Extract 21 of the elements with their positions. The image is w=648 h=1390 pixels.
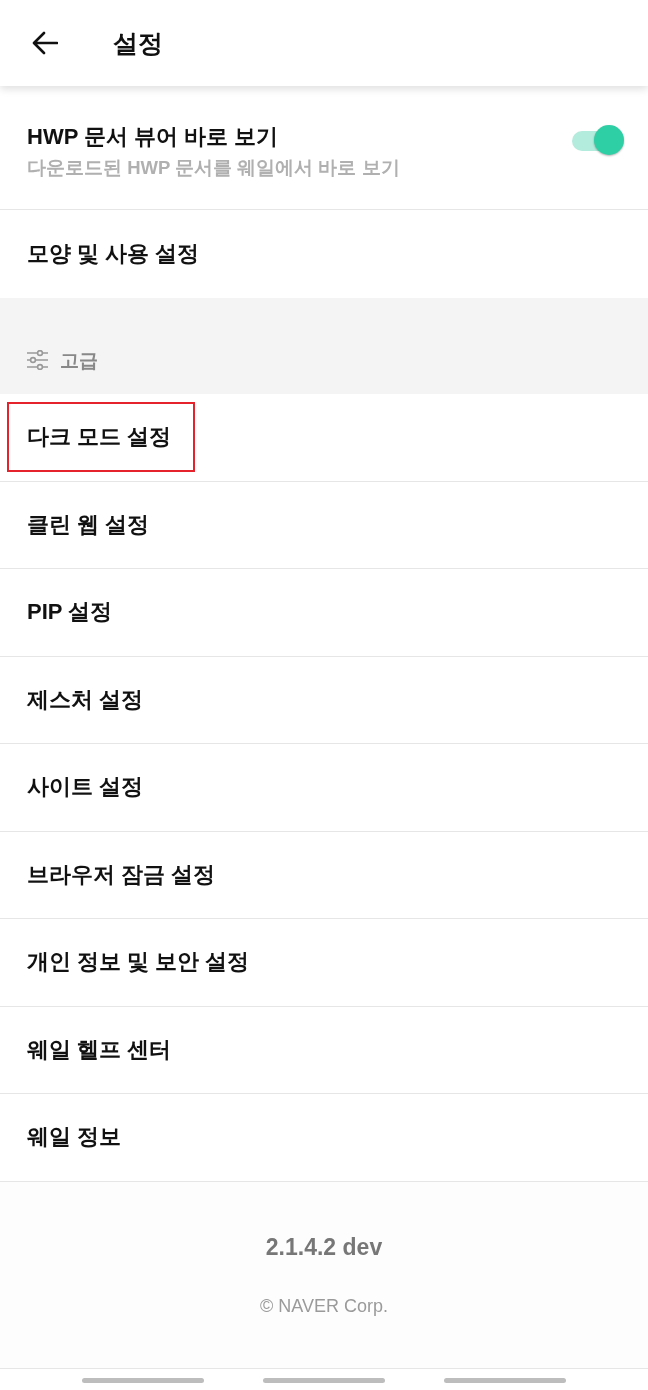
copyright-text: © NAVER Corp. bbox=[260, 1296, 388, 1315]
setting-label: 제스처 설정 bbox=[27, 688, 144, 711]
sliders-icon bbox=[27, 350, 48, 370]
bar-handle-icon bbox=[82, 1377, 204, 1383]
setting-label: HWP 문서 뷰어 바로 보기 bbox=[27, 125, 279, 148]
setting-description: 다운로드된 HWP 문서를 웨일에서 바로 보기 bbox=[27, 158, 400, 178]
setting-label: 사이트 설정 bbox=[27, 776, 144, 799]
page-title: 설정 bbox=[113, 30, 163, 56]
setting-label: 브라우저 잠금 설정 bbox=[27, 863, 216, 886]
setting-label: 웨일 정보 bbox=[27, 1126, 122, 1149]
setting-label: PIP 설정 bbox=[27, 601, 113, 624]
setting-label: 모양 및 사용 설정 bbox=[27, 243, 200, 265]
setting-label: 웨일 헬프 센터 bbox=[27, 1038, 172, 1061]
section-title: 고급 bbox=[60, 351, 98, 370]
back-arrow-icon bbox=[32, 31, 58, 55]
bar-handle-icon bbox=[444, 1377, 566, 1383]
bar-handle-icon bbox=[263, 1377, 385, 1383]
setting-label: 클린 웹 설정 bbox=[27, 513, 150, 536]
setting-label: 개인 정보 및 보안 설정 bbox=[27, 951, 250, 974]
version-text: 2.1.4.2 dev bbox=[265, 1235, 383, 1259]
setting-label: 다크 모드 설정 bbox=[27, 426, 172, 449]
